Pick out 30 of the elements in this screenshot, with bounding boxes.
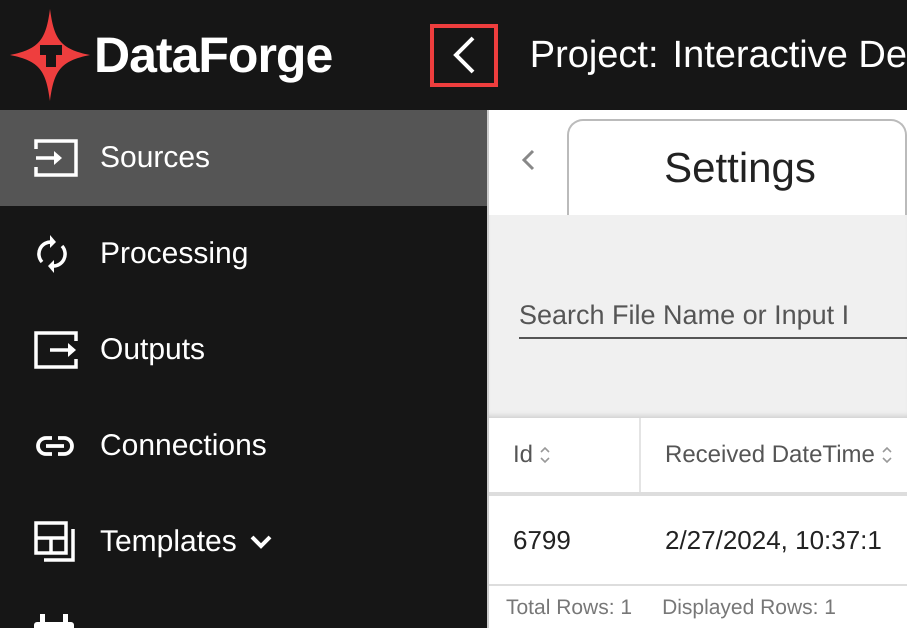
layout-icon — [34, 521, 76, 563]
sidebar-label: Processing — [100, 237, 248, 271]
sidebar-label: Outputs — [100, 333, 206, 367]
table-cell-text: 2/27/2024, 10:37:1 — [664, 524, 882, 556]
chevron-left-icon — [450, 35, 477, 75]
logo-icon — [10, 9, 90, 101]
project-label: Project: — [530, 34, 659, 76]
displayed-rows: Displayed Rows: 1 — [662, 596, 836, 620]
sidebar-label: Sources — [100, 141, 210, 175]
sidebar-item[interactable]: Sources — [0, 110, 487, 206]
sidebar-item[interactable]: Outputs — [0, 302, 487, 398]
table-cell-text: 6799 — [512, 524, 572, 556]
collapse-button[interactable] — [430, 24, 498, 86]
sort-icon — [880, 444, 893, 466]
logo-text: DataForge — [94, 26, 332, 84]
total-rows: Total Rows: 1 — [506, 596, 632, 620]
sidebar-label: Templates — [100, 525, 237, 559]
sign-out-icon — [34, 331, 78, 369]
project-name: Interactive De — [672, 34, 907, 76]
sidebar-item[interactable]: Processing — [0, 206, 487, 302]
sort-icon — [539, 444, 552, 466]
tab[interactable]: Settings — [567, 119, 907, 215]
column-header[interactable]: Id — [489, 418, 641, 492]
sidebar-label: Connections — [100, 429, 267, 463]
link-icon — [34, 434, 76, 458]
chevron-left-icon — [521, 149, 535, 171]
sidebar-item[interactable]: Connections — [0, 398, 487, 494]
column-header[interactable]: Received DateTime — [641, 418, 893, 492]
sign-in-icon — [34, 139, 78, 177]
sidebar-item[interactable]: Templates — [0, 494, 487, 590]
